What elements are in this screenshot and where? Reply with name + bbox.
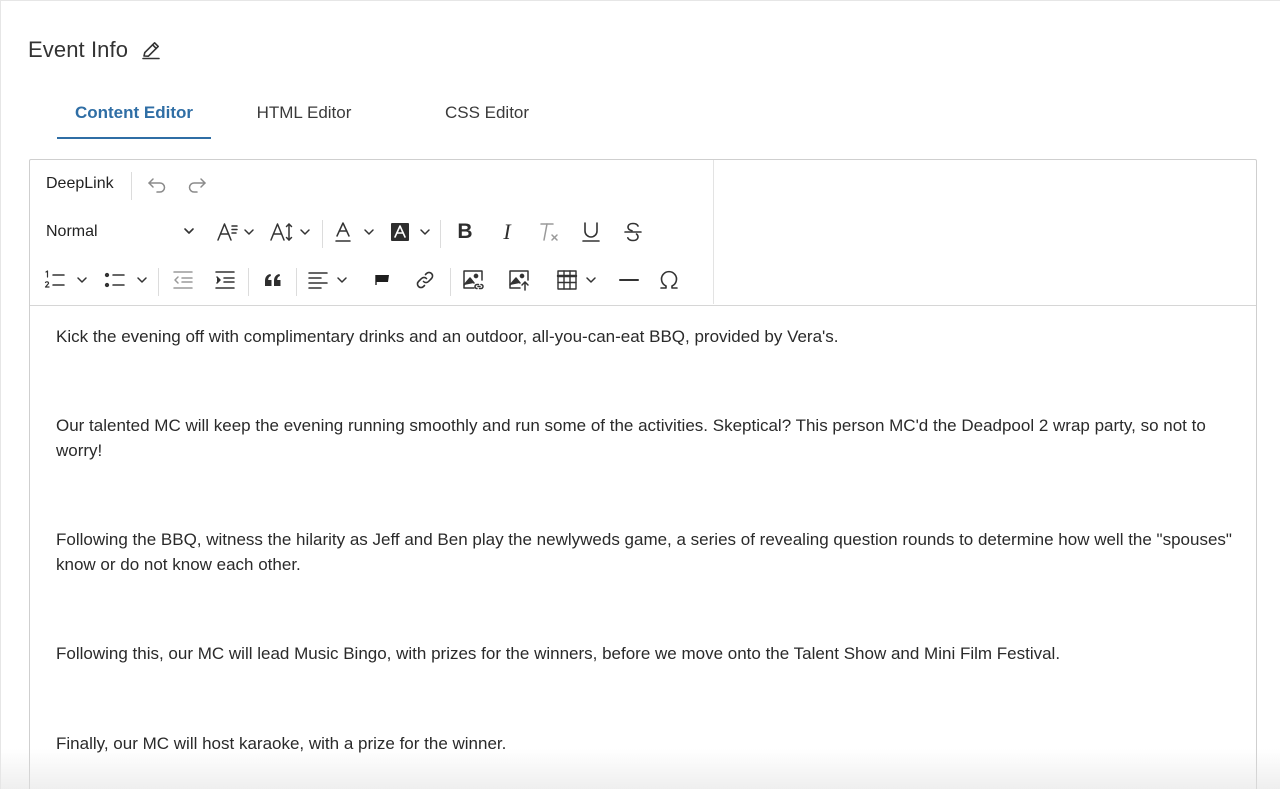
- clear-format-icon[interactable]: [534, 212, 564, 252]
- blockquote-icon[interactable]: [258, 260, 288, 300]
- italic-icon[interactable]: I: [492, 212, 522, 252]
- toolbar-divider: [248, 268, 249, 296]
- undo-icon[interactable]: [142, 164, 172, 204]
- toolbar-row-1: DeepLink: [30, 164, 714, 204]
- page-title: Event Info: [28, 37, 129, 62]
- redo-icon[interactable]: [182, 164, 212, 204]
- editor-tabs: Content Editor HTML Editor CSS Editor: [57, 87, 577, 139]
- table-icon[interactable]: [554, 260, 604, 300]
- line-height-icon[interactable]: [268, 212, 316, 252]
- link-icon[interactable]: [410, 260, 440, 300]
- toolbar-divider: [158, 268, 159, 296]
- content-paragraph: Finally, our MC will host karaoke, with …: [56, 734, 507, 753]
- tab-css-editor[interactable]: CSS Editor: [397, 87, 577, 139]
- toolbar-divider: [450, 268, 451, 296]
- font-size-icon[interactable]: [214, 212, 260, 252]
- content-paragraph: Following the BBQ, witness the hilarity …: [56, 530, 1232, 574]
- bullet-list-icon[interactable]: [102, 260, 152, 300]
- special-character-icon[interactable]: [654, 260, 684, 300]
- image-upload-icon[interactable]: [504, 260, 534, 300]
- toolbar-divider: [322, 220, 323, 248]
- content-paragraph: Kick the evening off with complimentary …: [56, 327, 839, 346]
- toolbar-divider: [131, 172, 132, 200]
- editor-toolbar: DeepLink Normal B I: [30, 160, 714, 304]
- align-icon[interactable]: [304, 260, 354, 300]
- tab-html-editor[interactable]: HTML Editor: [211, 87, 397, 139]
- toolbar-divider: [440, 220, 441, 248]
- image-link-icon[interactable]: [458, 260, 488, 300]
- deeplink-button[interactable]: DeepLink: [46, 164, 114, 204]
- background-color-icon[interactable]: [388, 212, 434, 252]
- underline-icon[interactable]: [576, 212, 606, 252]
- ordered-list-icon[interactable]: [42, 260, 92, 300]
- toolbar-divider: [296, 268, 297, 296]
- chevron-down-icon: [182, 224, 196, 238]
- toolbar-row-2: Normal B I: [30, 212, 714, 252]
- indent-icon[interactable]: [210, 260, 240, 300]
- event-info-page: Event Info Content Editor HTML Editor CS…: [0, 0, 1280, 789]
- page-header: Event Info: [28, 37, 162, 63]
- tab-content-editor[interactable]: Content Editor: [57, 87, 211, 139]
- editor-content-area[interactable]: Kick the evening off with complimentary …: [30, 305, 1256, 789]
- strikethrough-icon[interactable]: [618, 212, 648, 252]
- format-select[interactable]: Normal: [46, 212, 196, 252]
- bold-icon[interactable]: B: [450, 212, 480, 252]
- content-paragraph: Our talented MC will keep the evening ru…: [56, 416, 1206, 460]
- content-paragraph: Following this, our MC will lead Music B…: [56, 644, 1061, 663]
- toolbar-row-3: [30, 260, 714, 300]
- format-select-value: Normal: [46, 223, 98, 240]
- rich-text-editor: DeepLink Normal B I Kick the evening off…: [29, 159, 1257, 789]
- pencil-icon[interactable]: [140, 39, 162, 61]
- flag-icon[interactable]: [368, 260, 398, 300]
- horizontal-rule-icon[interactable]: [614, 260, 644, 300]
- font-color-icon[interactable]: [332, 212, 378, 252]
- outdent-icon[interactable]: [168, 260, 198, 300]
